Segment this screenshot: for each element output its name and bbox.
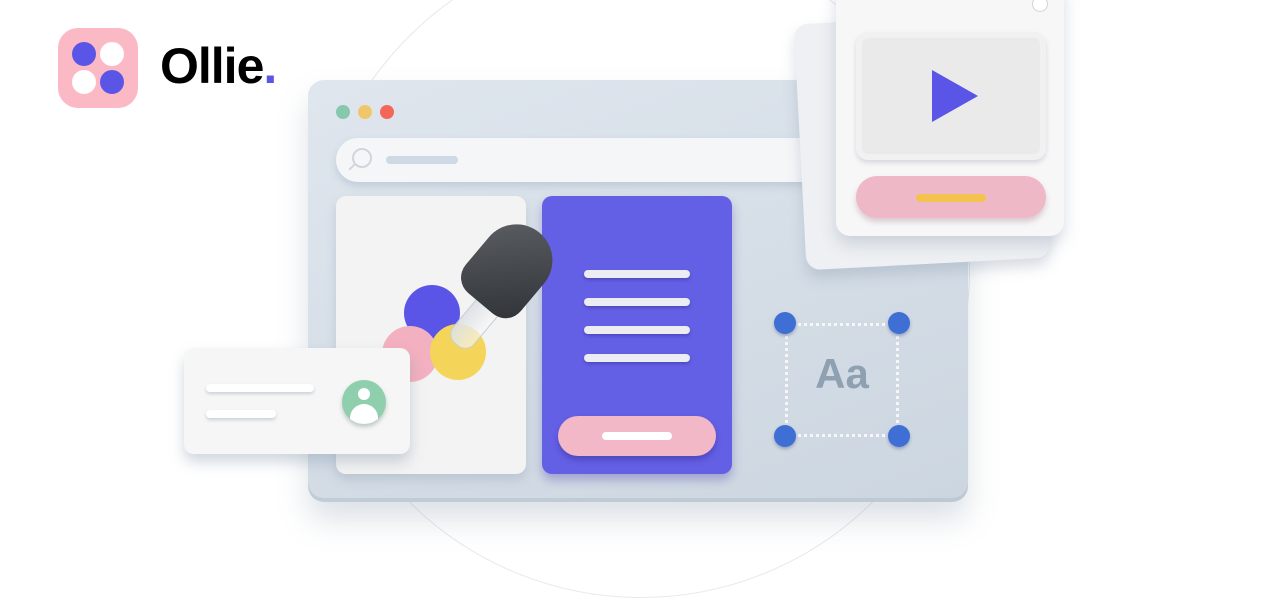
user-avatar-icon [342,380,386,424]
window-dot-yellow [358,105,372,119]
selection-handle [888,425,910,447]
selection-handle [774,425,796,447]
address-placeholder-line [386,156,458,164]
cta-pill [558,416,716,456]
card-knob [1032,0,1048,12]
window-dot-red [380,105,394,119]
logo-dot [100,42,124,66]
text-line [584,270,690,278]
profile-line [206,410,276,418]
window-dot-green [336,105,350,119]
play-icon [932,70,978,122]
profile-card [184,348,410,454]
text-line [584,298,690,306]
brand-name-text: Ollie [160,38,264,94]
brand-name[interactable]: Ollie. [160,36,277,96]
cta-pill-line [602,432,672,440]
avatar-body [350,404,378,424]
logo-dot [72,42,96,66]
logo-icon [58,28,138,108]
selection-handle [774,312,796,334]
avatar-head [358,388,370,400]
typography-sample: Aa [815,350,869,397]
video-card [836,0,1064,236]
profile-line [206,384,314,392]
video-frame [856,32,1046,160]
text-line [584,354,690,362]
search-icon [352,148,372,168]
text-line [584,326,690,334]
logo-dot [100,70,124,94]
content-panel [542,196,732,474]
card-pill-line [916,194,986,202]
logo-dot [72,70,96,94]
brand-name-period: . [263,38,277,94]
address-bar [336,138,856,182]
card-pill [856,176,1046,218]
selection-handle [888,312,910,334]
